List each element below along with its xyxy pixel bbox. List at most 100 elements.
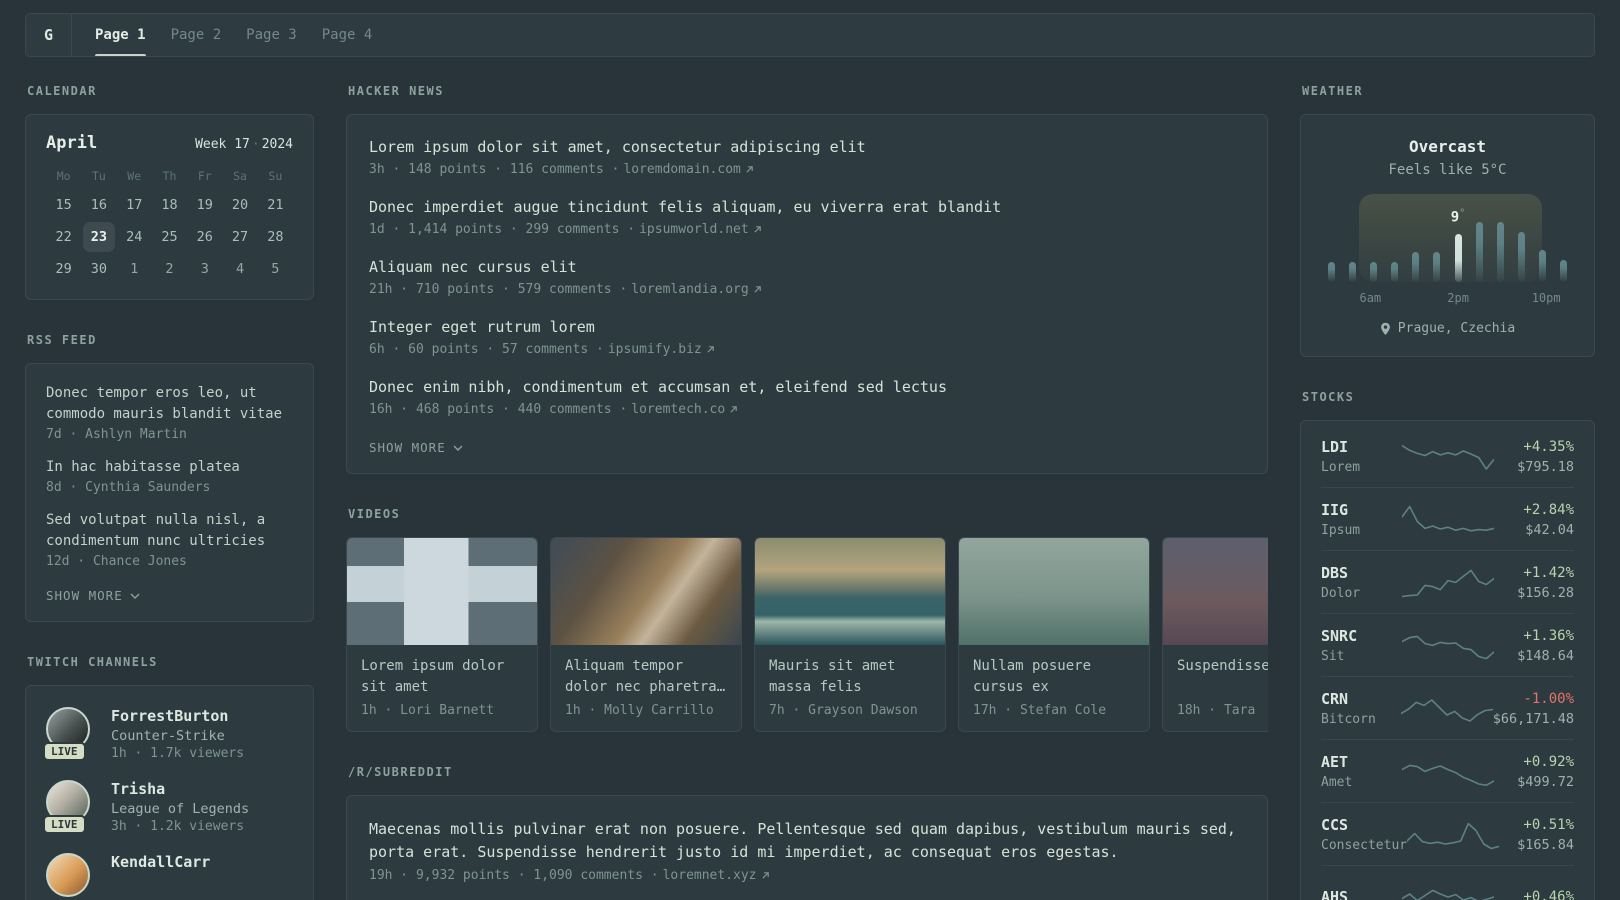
stock-row[interactable]: CRN Bitcorn -1.00% $66,171.48 [1321,677,1574,740]
video-title[interactable]: Suspendisse diam [1177,656,1268,698]
video-info: Aliquam tempor dolor nec pharetra… 1h · M… [551,645,741,731]
calendar-day: 20 [231,197,249,213]
twitch-channel-name[interactable]: KendallCarr [111,853,210,871]
calendar-day: 16 [90,197,108,213]
stock-row[interactable]: SNRC Sit +1.36% $148.64 [1321,614,1574,677]
video-title[interactable]: Aliquam tempor dolor nec pharetra… [565,656,727,698]
video-title[interactable]: Lorem ipsum dolor sit amet consectetu… [361,656,523,698]
twitch-channel-category[interactable]: Counter-Strike [111,728,244,744]
stock-info: IIG Ipsum [1321,501,1402,538]
twitch-avatar-wrap: LIVE [43,707,92,761]
reddit-post-meta: 19h · 9,932 points · 1,090 comments · lo… [369,868,1245,883]
stocks-section-label: STOCKS [1302,390,1355,404]
calendar-day: 1 [130,261,139,277]
nav-tab-page-1[interactable]: Page 1 [95,14,146,56]
video-title[interactable]: Nullam posuere cursus ex [973,656,1135,698]
hn-item-title[interactable]: Aliquam nec cursus elit [369,256,1245,278]
calendar-day: 27 [231,229,249,245]
twitch-channel-name[interactable]: ForrestBurton [111,707,244,725]
rss-item-meta: 8d · Cynthia Saunders [46,480,211,495]
calendar-day: 24 [126,229,143,245]
video-thumbnail-canoe-lake[interactable] [959,538,1149,645]
hn-item-title[interactable]: Lorem ipsum dolor sit amet, consectetur … [369,136,1245,158]
stock-row[interactable]: IIG Ipsum +2.84% $42.04 [1321,488,1574,551]
hn-item-domain-link[interactable]: loremlandia.org [631,282,761,297]
hn-item-meta: 21h · 710 points · 579 comments · loreml… [369,282,1245,297]
calendar-weekday: Fr [197,169,212,183]
calendar-day: 17 [126,197,143,213]
calendar-day: 2 [165,261,174,277]
weather-bar [1328,262,1336,282]
hn-section-label: HACKER NEWS [348,84,444,98]
page-tabs: Page 1 Page 2 Page 3 Page 4 [72,14,372,56]
rss-item: Sed volutpat nulla nisl, a condimentum n… [46,510,293,569]
stock-change: -1.00% [1523,690,1574,707]
left-column: CALENDAR April Week 17 · 2024 Mo Tu We Th Fr Sa… [25,57,314,900]
weather-bar [1559,260,1567,282]
twitch-channel-category[interactable]: League of Legends [111,801,249,817]
stock-sparkline [1401,889,1494,900]
calendar-widget: April Week 17 · 2024 Mo Tu We Th Fr Sa Su 15 16 17… [25,114,314,300]
twitch-channel-meta: 3h · 1.2k viewers [111,819,245,834]
stock-row[interactable]: AHS +0.46% [1321,866,1574,900]
reddit-post-title[interactable]: Maecenas mollis pulvinar erat non posuer… [369,818,1245,864]
stock-row[interactable]: DBS Dolor +1.42% $156.28 [1321,551,1574,614]
twitch-channel[interactable]: KendallCarr [46,853,293,899]
calendar-day: 15 [55,197,72,213]
reddit-post-domain-link[interactable]: loremnet.xyz [663,868,770,883]
hn-item-domain-link[interactable]: ipsumworld.net [639,222,762,237]
rss-show-more-button[interactable]: SHOW MORE [46,588,140,603]
weather-bar-slot [1469,194,1490,282]
video-title[interactable]: Mauris sit amet massa felis [769,656,931,698]
stock-name: Dolor [1321,586,1361,601]
weather-bar-slot [1321,194,1342,282]
video-info: Mauris sit amet massa felis 7h · Grayson … [755,645,945,731]
stock-row[interactable]: LDI Lorem +4.35% $795.18 [1321,425,1574,488]
dashboard-page: G Page 1 Page 2 Page 3 Page 4 CALENDAR Apri… [0,0,1620,900]
stock-price: $66,171.48 [1492,710,1574,727]
weather-location-text: Prague, Czechia [1397,321,1516,336]
stock-info: AHS [1321,888,1402,900]
calendar-week: Week 17 · 2024 [195,137,293,152]
stock-row[interactable]: CCS Consectetur +0.51% $165.84 [1321,803,1574,866]
current-temp-label: 9° [1450,208,1466,226]
stock-sparkline [1401,635,1494,659]
hn-item-domain-link[interactable]: loremtech.co [631,402,738,417]
weather-bar [1391,262,1399,282]
video-thumbnail-foggy-field[interactable] [1163,538,1268,645]
chevron-down-icon [453,445,463,451]
video-thumbnail-sea-voyage[interactable] [755,538,945,645]
video-thumbnail-sky-cross[interactable] [347,538,537,645]
stock-sparkline [1401,444,1494,470]
hn-item-title[interactable]: Integer eget rutrum lorem [369,316,1245,338]
hn-item-domain-link[interactable]: loremdomain.com [623,162,753,177]
hn-item-meta: 1d · 1,414 points · 299 comments · ipsum… [369,222,1245,237]
hn-item-domain-link[interactable]: ipsumify.biz [608,342,715,357]
hn-item-title[interactable]: Donec imperdiet augue tincidunt felis al… [369,196,1245,218]
center-column: HACKER NEWS Lorem ipsum dolor sit amet, … [346,57,1268,900]
twitch-channel[interactable]: LIVE Trisha League of Legends 3h · 1.2k vie… [43,780,293,834]
nav-tab-page-2[interactable]: Page 2 [171,14,222,56]
weather-bar [1349,262,1357,282]
calendar-day: 29 [55,261,72,277]
right-column: WEATHER Overcast Feels like 5°C 9° 6am 2p… [1300,57,1595,900]
rss-item-title[interactable]: Donec tempor eros leo, ut commodo mauris… [46,383,293,425]
nav-tab-page-3[interactable]: Page 3 [246,14,297,56]
weather-time-label: 6am [1359,291,1382,305]
hn-item-title[interactable]: Donec enim nibh, condimentum et accumsan… [369,376,1245,398]
stock-symbol: CCS [1321,816,1349,834]
video-meta: 18h · Tara [1177,703,1256,718]
stock-price: $165.84 [1517,836,1574,853]
nav-tab-page-4[interactable]: Page 4 [322,14,373,56]
hn-show-more-button[interactable]: SHOW MORE [369,440,463,455]
calendar-day: 25 [161,229,178,245]
twitch-channel-name[interactable]: Trisha [111,780,249,798]
video-thumbnail-camera-hands[interactable] [551,538,741,645]
weather-section-label: WEATHER [1302,84,1364,98]
stock-price: $42.04 [1525,521,1574,538]
rss-item-title[interactable]: In hac habitasse platea [46,457,293,478]
stock-change: +1.36% [1523,627,1574,644]
twitch-channel[interactable]: LIVE ForrestBurton Counter-Strike 1h · 1.7k… [43,707,293,761]
rss-item-title[interactable]: Sed volutpat nulla nisl, a condimentum n… [46,510,293,552]
stock-row[interactable]: AET Amet +0.92% $499.72 [1321,740,1574,803]
